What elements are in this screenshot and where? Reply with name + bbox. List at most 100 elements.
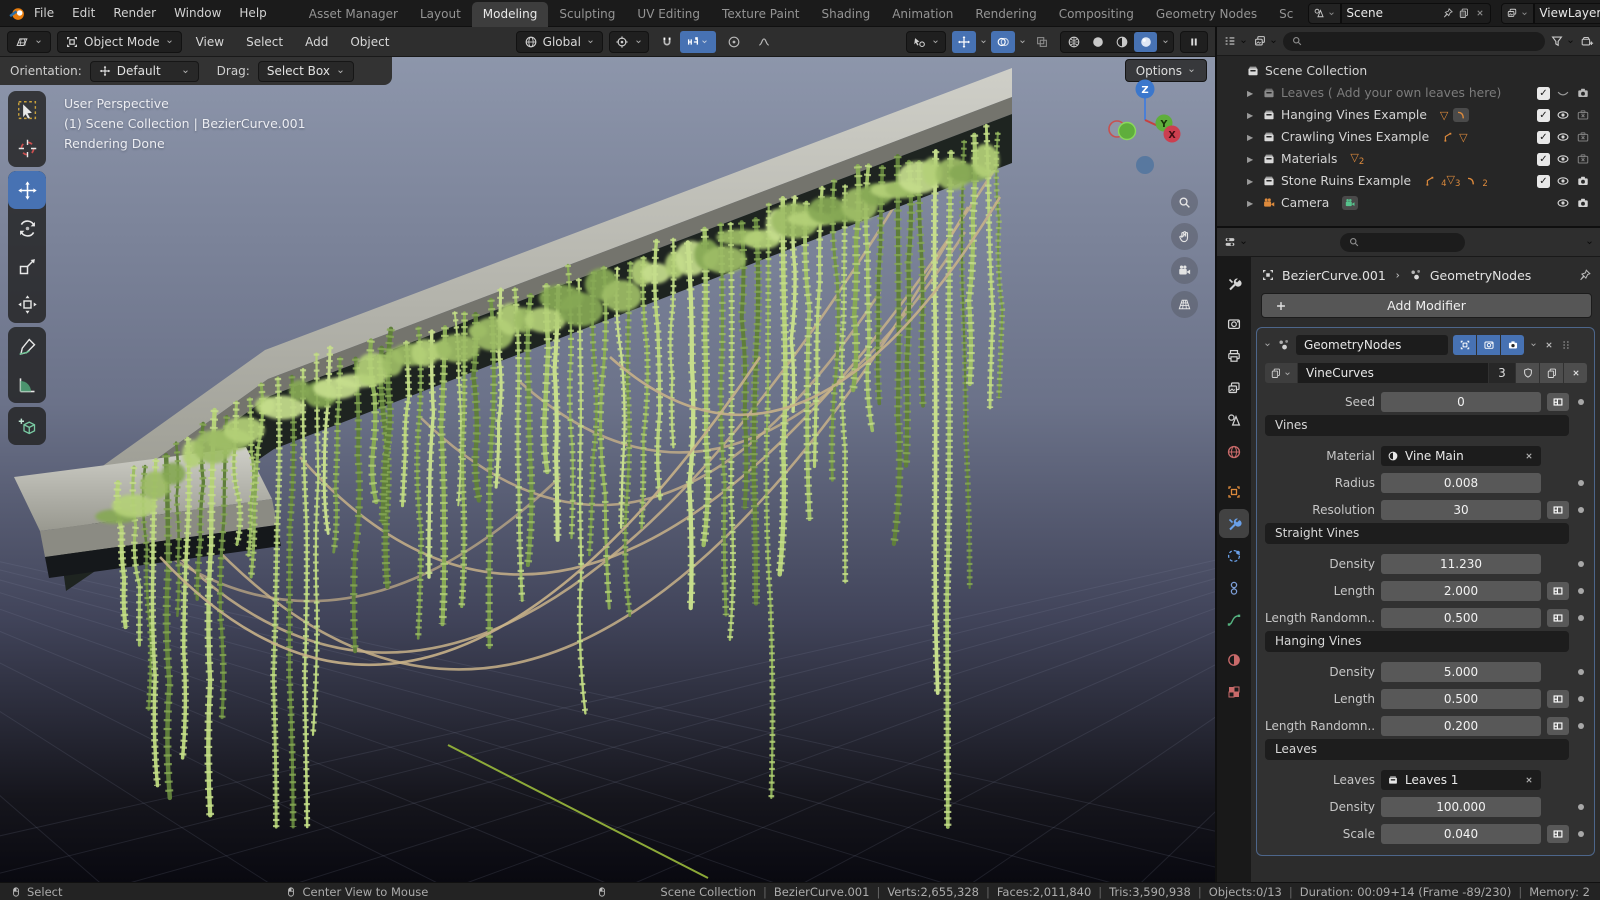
checkbox-icon[interactable]: ✓	[1537, 130, 1550, 144]
viewport-3d[interactable]: Orientation: Default Drag: Select Box Op…	[0, 57, 1215, 882]
param-value[interactable]: 2.000	[1381, 580, 1541, 601]
tab-object[interactable]	[1219, 477, 1249, 506]
param-value[interactable]: 0.500	[1381, 607, 1541, 628]
decorator-dot[interactable]	[1578, 398, 1584, 405]
expand-icon[interactable]: ▶	[1247, 111, 1257, 120]
tool-add-cube[interactable]	[8, 407, 46, 445]
tab-world[interactable]	[1219, 437, 1249, 466]
checkbox-icon[interactable]: ✓	[1537, 108, 1550, 122]
viewlayer-browse-button[interactable]	[1501, 2, 1535, 24]
tab-rendering[interactable]: Rendering	[964, 2, 1047, 27]
orientation-dropdown[interactable]: Default	[89, 60, 199, 82]
decorator-dot[interactable]	[1578, 803, 1584, 810]
param-value[interactable]: 100.000	[1381, 796, 1541, 817]
tab-shading[interactable]: Shading	[810, 2, 881, 27]
tab-render[interactable]	[1219, 309, 1249, 338]
section-header[interactable]: Leaves	[1265, 739, 1569, 760]
input-attribute-toggle[interactable]	[1547, 716, 1569, 735]
eye-icon[interactable]	[1556, 174, 1570, 188]
breadcrumb-modifier[interactable]: GeometryNodes	[1430, 268, 1531, 283]
param-value[interactable]: 5.000	[1381, 661, 1541, 682]
tab-animation[interactable]: Animation	[881, 2, 964, 27]
overlays-dropdown[interactable]	[1016, 31, 1029, 53]
shading-material-button[interactable]	[1110, 32, 1133, 52]
tab-output[interactable]	[1219, 341, 1249, 370]
proportional-editing-toggle[interactable]	[722, 31, 746, 53]
properties-options-dropdown[interactable]	[1585, 238, 1594, 247]
input-attribute-toggle[interactable]	[1547, 608, 1569, 627]
pin-icon[interactable]	[1578, 268, 1592, 282]
expand-icon[interactable]: ▶	[1247, 89, 1257, 98]
shading-solid-button[interactable]	[1086, 32, 1109, 52]
viewlayer-name[interactable]: ViewLayer	[1539, 6, 1600, 20]
decorator-dot[interactable]	[1578, 560, 1584, 567]
tab-tool[interactable]	[1219, 269, 1249, 298]
decorator-dot[interactable]	[1578, 830, 1584, 837]
shading-wireframe-button[interactable]	[1062, 32, 1085, 52]
outliner-row-scene-collection[interactable]: Scene Collection	[1217, 60, 1600, 82]
outliner-search-input[interactable]	[1283, 31, 1545, 51]
menu-help[interactable]: Help	[230, 3, 275, 23]
render-disabled-icon[interactable]	[1576, 130, 1590, 144]
tool-cursor[interactable]	[8, 129, 46, 167]
realtime-display-toggle[interactable]	[1477, 334, 1500, 355]
tab-scene[interactable]	[1219, 405, 1249, 434]
tool-rotate[interactable]	[8, 209, 46, 247]
pause-render-button[interactable]	[1180, 30, 1208, 53]
zoom-button[interactable]	[1171, 189, 1198, 216]
section-header[interactable]: Hanging Vines	[1265, 631, 1569, 652]
decorator-dot[interactable]	[1578, 479, 1584, 486]
modifier-extras-dropdown[interactable]	[1529, 340, 1538, 349]
decorator-dot[interactable]	[1578, 722, 1584, 729]
modifier-name-field[interactable]: GeometryNodes	[1296, 334, 1448, 355]
display-mode-button[interactable]	[1223, 34, 1248, 48]
tool-scale[interactable]	[8, 247, 46, 285]
show-gizmo-toggle[interactable]	[952, 30, 976, 53]
eye-icon[interactable]	[1556, 152, 1570, 166]
viewlayer-name-field[interactable]: ViewLayer	[1534, 2, 1600, 24]
outliner-row-camera[interactable]: ▶ Camera	[1217, 192, 1600, 214]
mode-selector[interactable]: Object Mode	[57, 30, 182, 53]
node-group-user-count[interactable]: 3	[1489, 363, 1515, 383]
collapse-icon[interactable]	[1263, 340, 1272, 349]
input-attribute-toggle[interactable]	[1547, 689, 1569, 708]
tab-compositing[interactable]: Compositing	[1048, 2, 1145, 27]
scene-name[interactable]: Scene	[1346, 6, 1438, 20]
input-attribute-toggle[interactable]	[1547, 824, 1569, 843]
outliner-row-hanging-vines[interactable]: ▶ Hanging Vines Example ▽ ✓	[1217, 104, 1600, 126]
outliner-row-stone-ruins[interactable]: ▶ Stone Ruins Example 4▽3 2 ✓	[1217, 170, 1600, 192]
param-value[interactable]: 0.500	[1381, 688, 1541, 709]
render-disabled-icon[interactable]	[1576, 152, 1590, 166]
properties-editor-type-button[interactable]	[1223, 235, 1248, 249]
shading-rendered-button[interactable]	[1134, 31, 1157, 52]
drag-grip-icon[interactable]	[1560, 339, 1572, 351]
checkbox-icon[interactable]: ✓	[1537, 152, 1550, 166]
axis-neg-z[interactable]	[1136, 156, 1154, 174]
menu-file[interactable]: File	[25, 3, 63, 23]
input-attribute-toggle[interactable]	[1547, 500, 1569, 519]
render-display-toggle[interactable]	[1501, 334, 1524, 355]
add-modifier-button[interactable]: Add Modifier	[1261, 293, 1592, 318]
param-value[interactable]: 0	[1381, 391, 1541, 412]
gizmo-dropdown[interactable]	[977, 31, 990, 53]
menu-window[interactable]: Window	[165, 3, 230, 23]
pivot-point-selector[interactable]	[608, 30, 649, 53]
scene-browse-button[interactable]	[1308, 2, 1342, 24]
camera-view-button[interactable]	[1171, 257, 1198, 284]
scene-name-field[interactable]: Scene	[1341, 2, 1492, 24]
menu-render[interactable]: Render	[104, 3, 165, 23]
drag-dropdown[interactable]: Select Box	[257, 60, 354, 82]
snap-target-selector[interactable]	[679, 30, 716, 53]
tab-modifiers[interactable]	[1219, 509, 1249, 538]
tab-uv-editing[interactable]: UV Editing	[626, 2, 711, 27]
shading-dropdown[interactable]	[1158, 32, 1172, 52]
expand-icon[interactable]: ▶	[1247, 177, 1257, 186]
input-attribute-toggle[interactable]	[1547, 392, 1569, 411]
outliner-row-leaves[interactable]: ▶ Leaves ( Add your own leaves here) ✓	[1217, 82, 1600, 104]
xray-toggle[interactable]	[1030, 31, 1054, 53]
param-value[interactable]: 11.230	[1381, 553, 1541, 574]
input-attribute-toggle[interactable]	[1547, 581, 1569, 600]
unlink-node-group-button[interactable]	[1564, 363, 1587, 383]
checkbox-icon[interactable]: ✓	[1537, 86, 1550, 100]
breadcrumb-object[interactable]: BezierCurve.001	[1282, 268, 1386, 283]
